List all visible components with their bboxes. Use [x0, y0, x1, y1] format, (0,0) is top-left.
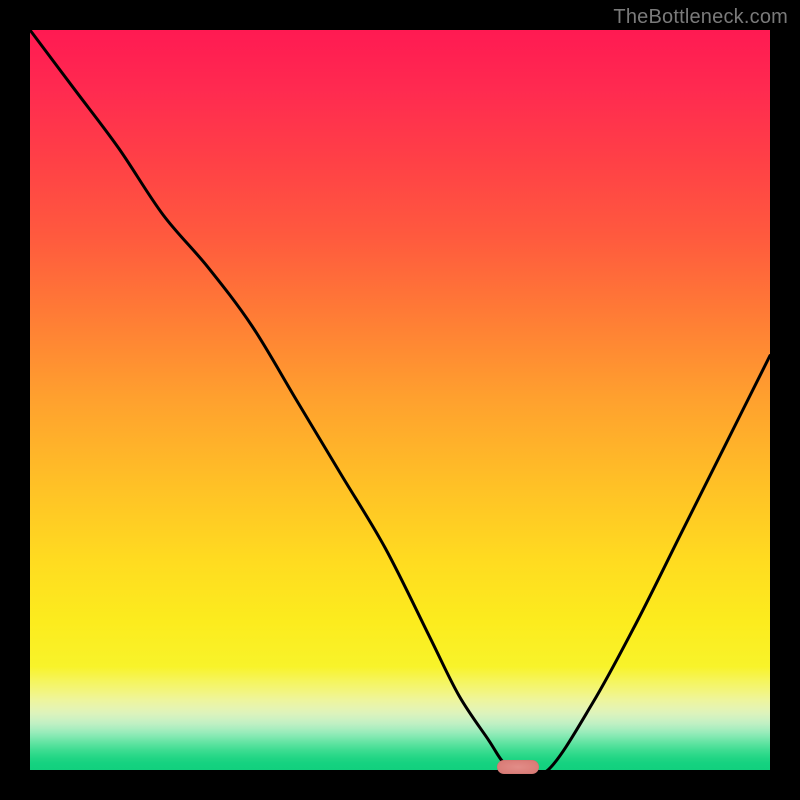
optimal-point-marker: [497, 760, 539, 774]
bottleneck-curve: [30, 30, 770, 770]
watermark-text: TheBottleneck.com: [613, 6, 788, 29]
chart-frame: TheBottleneck.com: [0, 0, 800, 800]
plot-area: [30, 30, 770, 770]
